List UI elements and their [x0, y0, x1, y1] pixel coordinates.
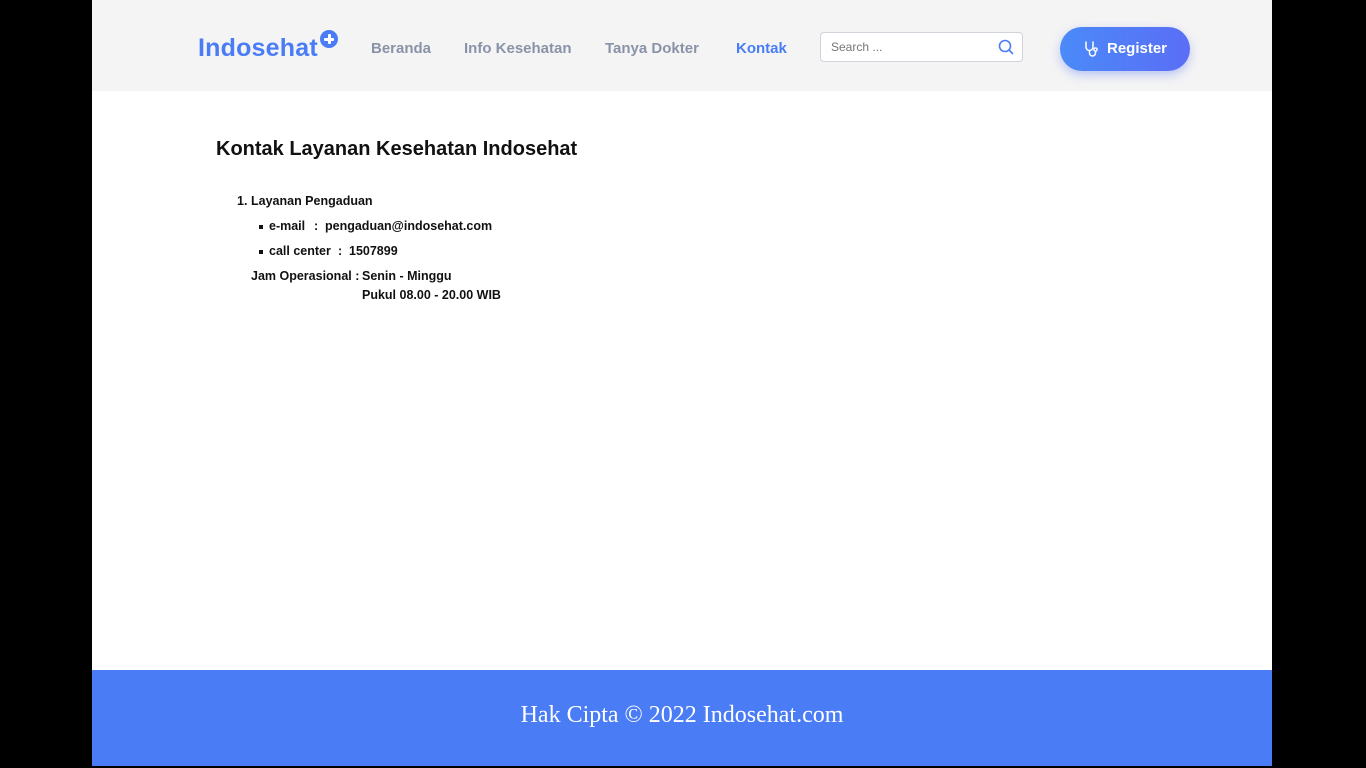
- call-center-separator: :: [338, 244, 343, 258]
- email-label: e-mail: [269, 219, 306, 233]
- register-button[interactable]: Register: [1060, 27, 1190, 71]
- hours-label: Jam Operasional :: [251, 269, 360, 283]
- call-center-label: call center: [269, 244, 331, 258]
- search-box: [820, 32, 1023, 62]
- bullet: [259, 250, 263, 254]
- page-title: Kontak Layanan Kesehatan Indosehat: [216, 138, 578, 160]
- email-separator: :: [314, 219, 319, 233]
- copyright-text: Hak Cipta © 2022 Indosehat.com: [520, 702, 844, 728]
- service-name: Layanan Pengaduan: [251, 194, 373, 208]
- hours-days: Senin - Minggu: [362, 269, 452, 283]
- list-number: 1.: [237, 194, 248, 208]
- site-header: Indosehat Beranda Info Kesehatan Tanya D…: [92, 0, 1272, 91]
- nav-info-kesehatan[interactable]: Info Kesehatan: [464, 40, 572, 57]
- nav-kontak[interactable]: Kontak: [736, 40, 787, 57]
- stethoscope-icon: [1085, 41, 1098, 57]
- site-footer: Hak Cipta © 2022 Indosehat.com: [92, 670, 1272, 766]
- page: Indosehat Beranda Info Kesehatan Tanya D…: [92, 0, 1272, 766]
- email-value[interactable]: pengaduan@indosehat.com: [325, 219, 492, 233]
- call-center-value: 1507899: [349, 244, 398, 258]
- search-icon[interactable]: [998, 39, 1014, 55]
- hours-time: Pukul 08.00 - 20.00 WIB: [362, 288, 501, 302]
- plus-circle-icon: [320, 30, 338, 48]
- search-input[interactable]: [831, 39, 991, 55]
- nav-beranda[interactable]: Beranda: [371, 40, 431, 57]
- nav-tanya-dokter[interactable]: Tanya Dokter: [605, 40, 699, 57]
- site-logo[interactable]: Indosehat: [198, 34, 318, 63]
- bullet: [259, 225, 263, 229]
- register-label: Register: [1107, 40, 1168, 57]
